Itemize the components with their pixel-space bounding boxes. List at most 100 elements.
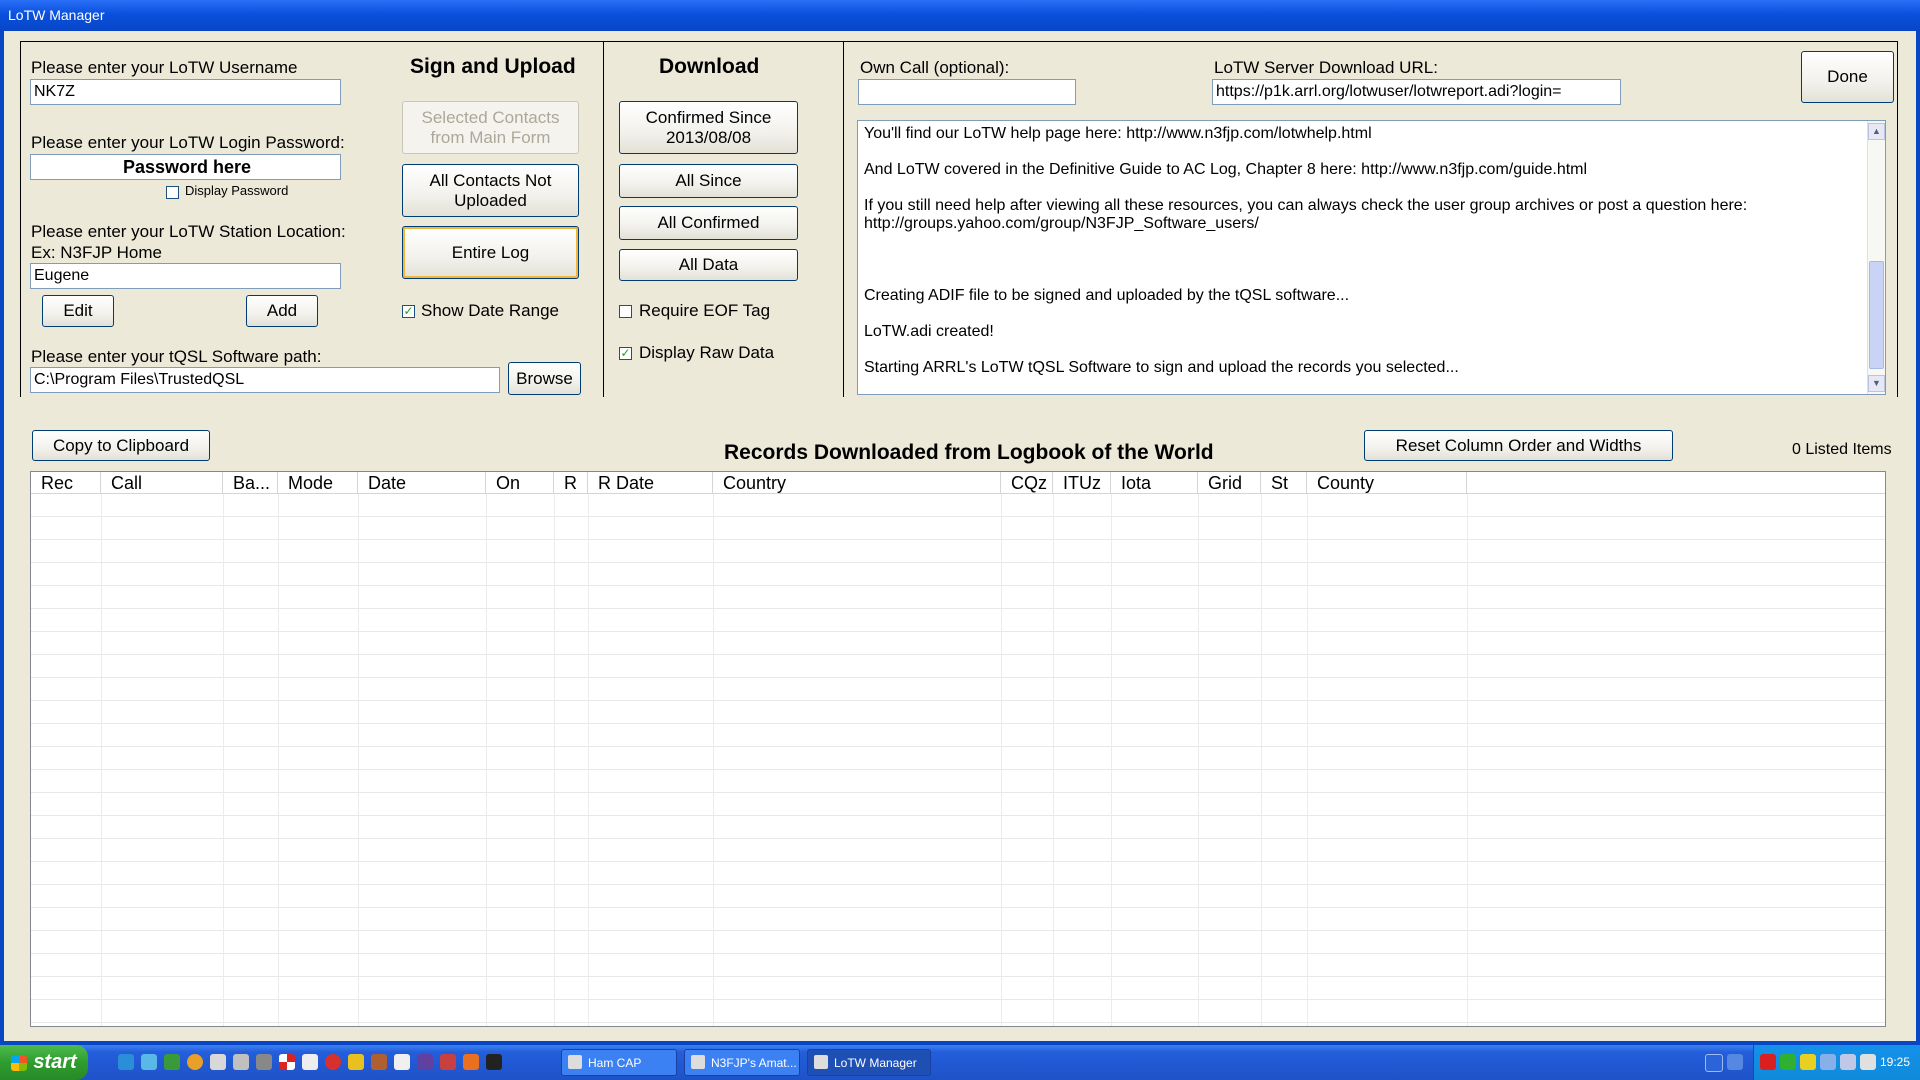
quicklaunch-app-icon[interactable]: [325, 1054, 341, 1070]
password-input[interactable]: Password here: [30, 154, 341, 180]
scroll-down-icon[interactable]: ▼: [1868, 375, 1885, 392]
column-header-grid[interactable]: Grid: [1198, 472, 1261, 494]
help-icon[interactable]: [1705, 1054, 1723, 1072]
table-row[interactable]: [31, 770, 1885, 793]
column-header-band[interactable]: Ba...: [223, 472, 278, 494]
volume-icon[interactable]: [1840, 1054, 1856, 1070]
quicklaunch-desktop-icon[interactable]: [141, 1054, 157, 1070]
table-row[interactable]: [31, 632, 1885, 655]
quicklaunch-app-icon[interactable]: [440, 1054, 456, 1070]
table-row[interactable]: [31, 494, 1885, 517]
done-button[interactable]: Done: [1801, 51, 1894, 103]
column-header-ituz[interactable]: ITUz: [1053, 472, 1111, 494]
window-title-bar[interactable]: LoTW Manager: [0, 0, 1920, 31]
edit-button[interactable]: Edit: [42, 295, 114, 327]
table-row[interactable]: [31, 793, 1885, 816]
table-row[interactable]: [31, 609, 1885, 632]
column-separator: [1467, 494, 1468, 1026]
column-header-country[interactable]: Country: [713, 472, 1001, 494]
all-data-button[interactable]: All Data: [619, 249, 798, 281]
table-row[interactable]: [31, 517, 1885, 540]
quicklaunch-app-icon[interactable]: [486, 1054, 502, 1070]
table-row[interactable]: [31, 977, 1885, 1000]
reset-columns-button[interactable]: Reset Column Order and Widths: [1364, 430, 1673, 461]
server-url-input[interactable]: https://p1k.arrl.org/lotwuser/lotwreport…: [1212, 79, 1621, 105]
table-row[interactable]: [31, 747, 1885, 770]
quicklaunch-chrome-icon[interactable]: [187, 1054, 203, 1070]
clock[interactable]: 19:25: [1880, 1045, 1910, 1080]
copy-to-clipboard-button[interactable]: Copy to Clipboard: [32, 430, 210, 461]
quicklaunch-app-icon[interactable]: [463, 1054, 479, 1070]
quicklaunch-gear-icon[interactable]: [256, 1054, 272, 1070]
selected-contacts-button[interactable]: Selected Contacts from Main Form: [402, 101, 579, 154]
task-button-ham-cap[interactable]: Ham CAP: [561, 1049, 677, 1076]
own-call-input[interactable]: [858, 79, 1076, 105]
browse-button[interactable]: Browse: [508, 362, 581, 395]
selected-contacts-line2: from Main Form: [430, 127, 551, 147]
table-row[interactable]: [31, 724, 1885, 747]
network-icon[interactable]: [1800, 1054, 1816, 1070]
entire-log-button[interactable]: Entire Log: [402, 226, 579, 279]
checkmark-icon[interactable]: [1780, 1054, 1796, 1070]
task-button-n3fjp[interactable]: N3FJP's Amat...: [684, 1049, 800, 1076]
station-input[interactable]: Eugene: [30, 263, 341, 289]
table-row[interactable]: [31, 885, 1885, 908]
scroll-up-icon[interactable]: ▲: [1868, 123, 1885, 140]
column-header-date[interactable]: Date: [358, 472, 486, 494]
table-row[interactable]: [31, 655, 1885, 678]
table-row[interactable]: [31, 678, 1885, 701]
language-icon[interactable]: [1727, 1054, 1743, 1070]
quicklaunch-app-icon[interactable]: [279, 1054, 295, 1070]
start-button[interactable]: start: [0, 1045, 88, 1080]
table-row[interactable]: [31, 954, 1885, 977]
quicklaunch-app-icon[interactable]: [233, 1054, 249, 1070]
table-row[interactable]: [31, 701, 1885, 724]
column-header-r[interactable]: R: [554, 472, 588, 494]
table-row[interactable]: [31, 839, 1885, 862]
table-row[interactable]: [31, 816, 1885, 839]
table-row[interactable]: [31, 1000, 1885, 1023]
scroll-thumb[interactable]: [1869, 261, 1884, 369]
table-row[interactable]: [31, 862, 1885, 885]
quicklaunch-app-icon[interactable]: [210, 1054, 226, 1070]
column-header-st[interactable]: St: [1261, 472, 1307, 494]
quicklaunch-app-icon[interactable]: [164, 1054, 180, 1070]
quicklaunch-app-icon[interactable]: [302, 1054, 318, 1070]
display-password-checkbox[interactable]: [166, 186, 179, 199]
ati-icon[interactable]: [1760, 1054, 1776, 1070]
log-scrollbar[interactable]: ▲ ▼: [1867, 121, 1885, 394]
table-row[interactable]: [31, 931, 1885, 954]
log-output[interactable]: You'll find our LoTW help page here: htt…: [857, 120, 1886, 395]
quicklaunch-app-icon[interactable]: [394, 1054, 410, 1070]
quicklaunch-app-icon[interactable]: [348, 1054, 364, 1070]
column-header-rec[interactable]: Rec: [31, 472, 101, 494]
task-button-lotw-manager[interactable]: LoTW Manager: [807, 1049, 931, 1076]
records-grid[interactable]: Rec Call Ba... Mode Date On R R Date Cou…: [30, 471, 1886, 1027]
display-raw-checkbox[interactable]: ✓: [619, 347, 632, 360]
add-button[interactable]: Add: [246, 295, 318, 327]
column-header-on[interactable]: On: [486, 472, 554, 494]
tqsl-path-input[interactable]: C:\Program Files\TrustedQSL: [30, 367, 500, 393]
all-since-button[interactable]: All Since: [619, 164, 798, 198]
all-not-uploaded-button[interactable]: All Contacts Not Uploaded: [402, 164, 579, 217]
column-header-county[interactable]: County: [1307, 472, 1467, 494]
table-row[interactable]: [31, 563, 1885, 586]
column-header-mode[interactable]: Mode: [278, 472, 358, 494]
table-row[interactable]: [31, 586, 1885, 609]
quicklaunch-app-icon[interactable]: [417, 1054, 433, 1070]
quicklaunch-app-icon[interactable]: [371, 1054, 387, 1070]
column-header-call[interactable]: Call: [101, 472, 223, 494]
show-date-range-checkbox[interactable]: ✓: [402, 305, 415, 318]
table-row[interactable]: [31, 908, 1885, 931]
monitor-icon[interactable]: [1820, 1054, 1836, 1070]
quicklaunch-globe-icon[interactable]: [118, 1054, 134, 1070]
confirmed-since-button[interactable]: Confirmed Since 2013/08/08: [619, 101, 798, 154]
column-header-iota[interactable]: Iota: [1111, 472, 1198, 494]
column-header-r-date[interactable]: R Date: [588, 472, 713, 494]
require-eof-checkbox[interactable]: [619, 305, 632, 318]
table-row[interactable]: [31, 540, 1885, 563]
username-input[interactable]: NK7Z: [30, 79, 341, 105]
column-header-cqz[interactable]: CQz: [1001, 472, 1053, 494]
all-confirmed-button[interactable]: All Confirmed: [619, 206, 798, 240]
tray-app-icon[interactable]: [1860, 1054, 1876, 1070]
